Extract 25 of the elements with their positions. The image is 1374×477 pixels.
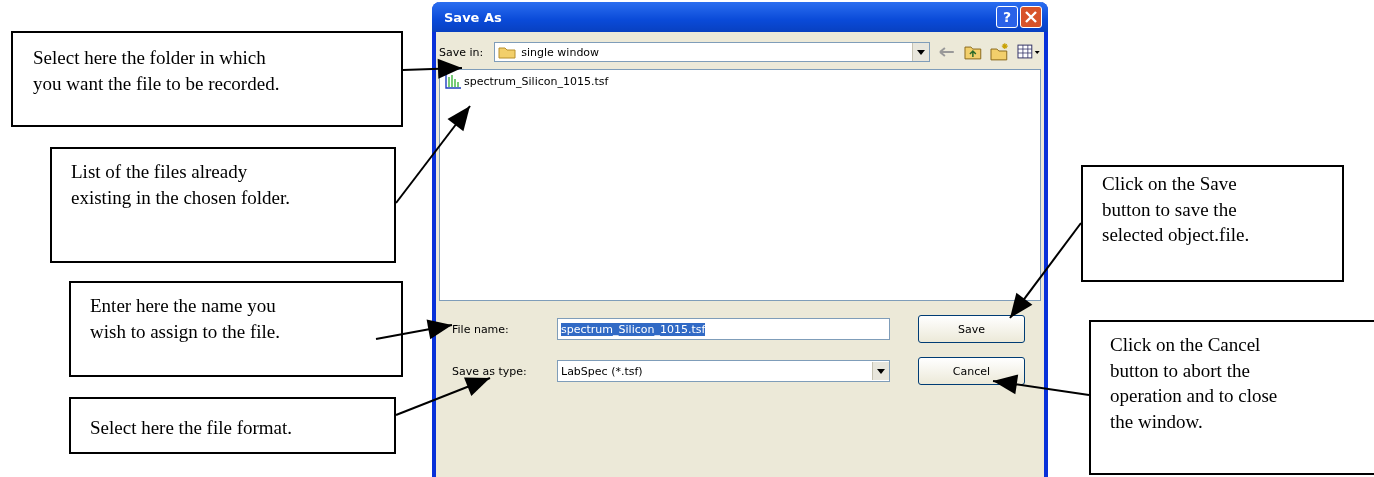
- file-name-label: File name:: [452, 322, 510, 336]
- callout-text: Enter here the name you wish to assign to the file.: [90, 294, 281, 344]
- close-button[interactable]: [1020, 6, 1042, 28]
- spectrum-file-icon: [444, 73, 462, 89]
- file-item[interactable]: spectrum_Silicon_1015.tsf: [444, 73, 609, 89]
- save-in-dropdown[interactable]: single window: [494, 42, 931, 62]
- close-icon: [1024, 10, 1038, 24]
- up-folder-icon[interactable]: [963, 44, 982, 60]
- cancel-button[interactable]: Cancel: [918, 357, 1025, 385]
- folder-icon: [498, 45, 517, 59]
- callout-text: List of the files already existing in the chosen folder.: [71, 160, 291, 210]
- save-in-label: Save in:: [439, 45, 485, 59]
- callout-text: Click on the Cancel button to abort the operation and to close the window.: [1110, 333, 1279, 434]
- callout-text: Click on the Save button to save the selected object.file.: [1102, 172, 1251, 248]
- window-title: Save As: [444, 9, 503, 25]
- save-as-type-dropdown[interactable]: LabSpec (*.tsf): [557, 360, 890, 382]
- callout-text: Select here the file format.: [90, 416, 294, 440]
- view-menu-icon[interactable]: [1017, 44, 1041, 60]
- help-button[interactable]: ?: [996, 6, 1018, 28]
- save-button[interactable]: Save: [918, 315, 1025, 343]
- file-name-field[interactable]: spectrum_Silicon_1015.tsf: [557, 318, 890, 340]
- back-arrow-icon[interactable]: [938, 45, 956, 59]
- new-folder-icon[interactable]: [989, 43, 1010, 61]
- callout-text: Select here the folder in which you want the file to be recorded.: [33, 46, 281, 96]
- save-as-type-label: Save as type:: [452, 364, 528, 378]
